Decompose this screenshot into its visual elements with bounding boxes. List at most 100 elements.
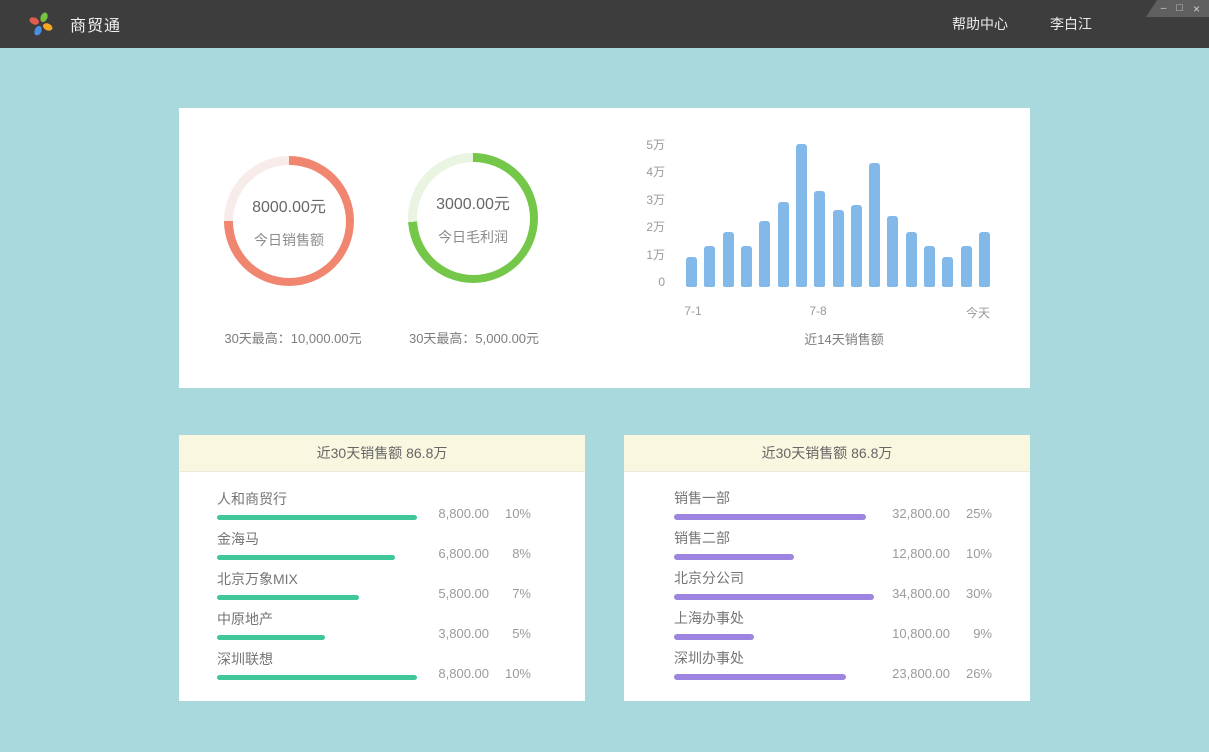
rank-row: 上海办事处 10,800.00 9% — [674, 600, 992, 640]
y-tick: 5万 — [646, 138, 665, 152]
rank-row: 北京万象MIX 5,800.00 7% — [217, 560, 531, 600]
card-title-text: 近30天销售额 86.8万 — [762, 443, 893, 463]
department-name: 销售二部 — [674, 530, 874, 546]
sales-30day-max: 30天最高：10,000.00元 — [224, 328, 361, 347]
progress-bar — [217, 595, 359, 600]
customer-name: 北京万象MIX — [217, 571, 417, 587]
window-controls: – □ × — [1146, 0, 1209, 17]
chart-bar — [723, 232, 734, 287]
customer-name: 深圳联想 — [217, 651, 417, 667]
percent: 7% — [501, 586, 531, 601]
department-ranking-list: 销售一部 32,800.00 25% 销售二部 12,800.00 — [624, 472, 1030, 680]
amount: 3,800.00 — [438, 626, 489, 641]
chart-bar — [942, 257, 953, 287]
chart-bar — [796, 144, 807, 287]
amount: 10,800.00 — [892, 626, 950, 641]
customer-ranking-title: 近30天销售额 86.8万 — [179, 435, 585, 472]
topbar: 商贸通 帮助中心 李白江 – □ × — [0, 0, 1209, 48]
today-profit-label: 今日毛利润 — [438, 227, 508, 247]
customer-name: 人和商贸行 — [217, 491, 417, 507]
progress-bar — [674, 554, 794, 560]
chart-bar — [887, 216, 898, 288]
percent: 8% — [501, 546, 531, 561]
chart-bar — [979, 232, 990, 287]
y-tick: 0 — [658, 275, 665, 289]
amount: 5,800.00 — [438, 586, 489, 601]
minimize-icon[interactable]: – — [1161, 4, 1167, 14]
amount: 8,800.00 — [438, 506, 489, 521]
app-title: 商贸通 — [70, 12, 121, 36]
chart-bar — [924, 246, 935, 287]
percent: 10% — [501, 506, 531, 521]
department-name: 上海办事处 — [674, 610, 874, 626]
sales-trend-bar-chart — [686, 137, 990, 287]
rank-row: 深圳办事处 23,800.00 26% — [674, 640, 992, 680]
today-profit-donut: 3000.00元 今日毛利润 — [408, 153, 538, 283]
percent: 30% — [962, 586, 992, 601]
progress-bar — [674, 594, 874, 600]
customer-name: 中原地产 — [217, 611, 417, 627]
amount: 8,800.00 — [438, 666, 489, 681]
pinwheel-logo-icon — [28, 11, 54, 37]
maximize-icon[interactable]: □ — [1176, 3, 1183, 14]
close-icon[interactable]: × — [1193, 3, 1200, 15]
donut-center: 8000.00元 今日销售额 — [233, 165, 346, 278]
customer-name: 金海马 — [217, 531, 417, 547]
ranking-section: 近30天销售额 86.8万 人和商贸行 8,800.00 10% 金海马 — [179, 435, 1030, 701]
today-sales-donut: 8000.00元 今日销售额 — [224, 156, 354, 286]
rank-row: 金海马 6,800.00 8% — [217, 520, 531, 560]
department-ranking-card: 近30天销售额 86.8万 销售一部 32,800.00 25% 销售二部 — [624, 435, 1030, 701]
today-sales-label: 今日销售额 — [254, 230, 324, 250]
progress-bar — [674, 634, 754, 640]
overview-card: 8000.00元 今日销售额 30天最高：10,000.00元 3000.00元… — [179, 108, 1030, 388]
progress-bar — [217, 515, 417, 520]
rank-row: 销售一部 32,800.00 25% — [674, 480, 992, 520]
user-name-link[interactable]: 李白江 — [1050, 14, 1092, 34]
percent: 10% — [962, 546, 992, 561]
progress-bar — [674, 674, 846, 680]
department-ranking-title: 近30天销售额 86.8万 — [624, 435, 1030, 472]
x-tick: 7-8 — [809, 304, 826, 318]
customer-ranking-card: 近30天销售额 86.8万 人和商贸行 8,800.00 10% 金海马 — [179, 435, 585, 701]
percent: 25% — [962, 506, 992, 521]
x-tick: 7-1 — [684, 304, 701, 318]
chart-bar — [741, 246, 752, 287]
chart-bar — [778, 202, 789, 287]
chart-bar — [906, 232, 917, 287]
rank-row: 人和商贸行 8,800.00 10% — [217, 480, 531, 520]
rank-row: 北京分公司 34,800.00 30% — [674, 560, 992, 600]
progress-bar — [217, 635, 325, 640]
amount: 32,800.00 — [892, 506, 950, 521]
percent: 9% — [962, 626, 992, 641]
chart-bar — [814, 191, 825, 287]
chart-bar — [851, 205, 862, 288]
top-navigation: 帮助中心 李白江 — [952, 14, 1092, 34]
amount: 12,800.00 — [892, 546, 950, 561]
rank-row: 销售二部 12,800.00 10% — [674, 520, 992, 560]
x-tick: 今天 — [966, 304, 990, 321]
chart-bar — [759, 221, 770, 287]
rank-row: 深圳联想 8,800.00 10% — [217, 640, 531, 680]
department-name: 北京分公司 — [674, 570, 874, 586]
progress-bar — [217, 675, 417, 680]
y-tick: 4万 — [646, 165, 665, 179]
chart-caption: 近14天销售额 — [804, 329, 883, 348]
percent: 10% — [501, 666, 531, 681]
amount: 34,800.00 — [892, 586, 950, 601]
chart-bar — [833, 210, 844, 287]
department-name: 深圳办事处 — [674, 650, 874, 666]
rank-row: 中原地产 3,800.00 5% — [217, 600, 531, 640]
chart-y-axis: 5万 4万 3万 2万 1万 0 — [607, 138, 665, 289]
amount: 23,800.00 — [892, 666, 950, 681]
amount: 6,800.00 — [438, 546, 489, 561]
card-title-text: 近30天销售额 86.8万 — [317, 443, 448, 463]
donut-center: 3000.00元 今日毛利润 — [417, 162, 530, 275]
today-profit-value: 3000.00元 — [436, 190, 510, 214]
chart-bar — [961, 246, 972, 287]
today-sales-value: 8000.00元 — [252, 193, 326, 217]
chart-bar — [869, 163, 880, 287]
percent: 5% — [501, 626, 531, 641]
help-center-link[interactable]: 帮助中心 — [952, 14, 1008, 34]
customer-ranking-list: 人和商贸行 8,800.00 10% 金海马 6,800.00 — [179, 472, 585, 680]
progress-bar — [674, 514, 866, 520]
